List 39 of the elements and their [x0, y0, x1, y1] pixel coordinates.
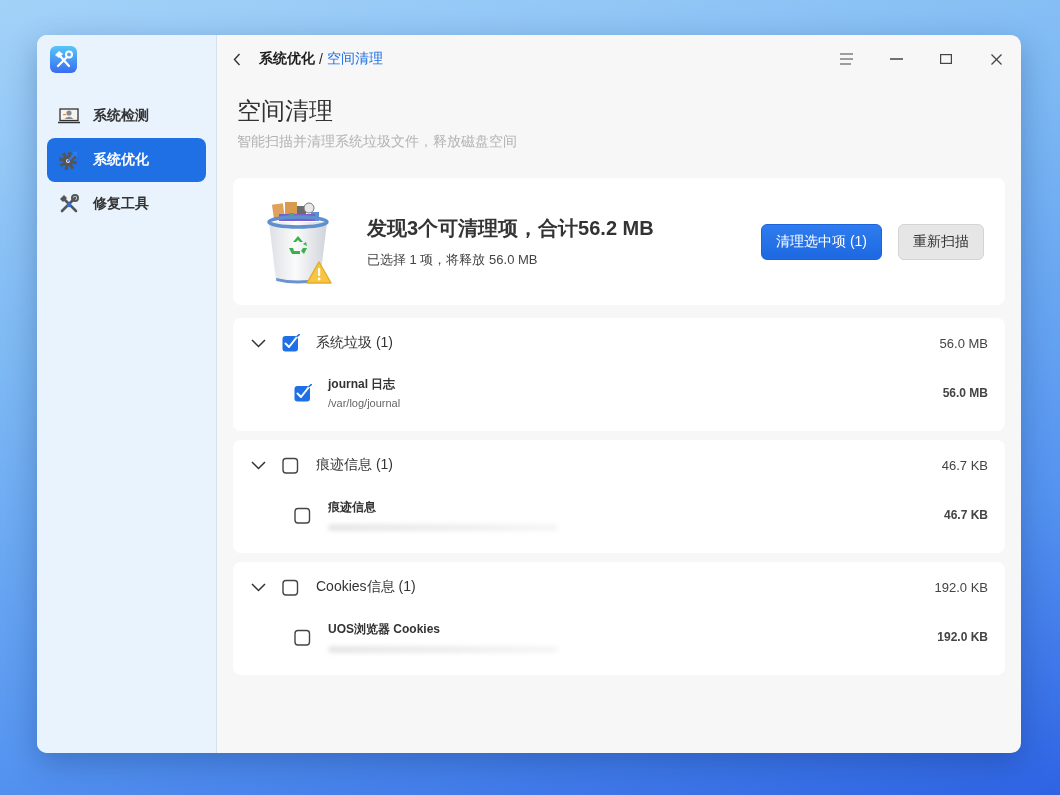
checkbox[interactable] [282, 456, 300, 474]
sidebar-item[interactable]: 系统优化 [47, 138, 206, 182]
checkbox[interactable] [294, 384, 312, 402]
sidebar-item[interactable]: 系统检测 [47, 94, 206, 138]
category-label: Cookies信息 (1) [316, 578, 416, 596]
checkbox[interactable] [282, 334, 300, 352]
summary-detail: 已选择 1 项，将释放 56.0 MB [367, 250, 539, 269]
checkbox[interactable] [282, 578, 300, 596]
item-size: 192.0 KB [937, 630, 988, 644]
checkbox[interactable] [294, 506, 312, 524]
item-path: /var/log/journal [328, 396, 401, 410]
rescan-button[interactable]: 重新扫描 [898, 223, 984, 260]
page-title: 空间清理 [237, 96, 334, 126]
tools-icon [58, 194, 80, 214]
category-size: 192.0 KB [934, 579, 988, 595]
item-name: journal 日志 [328, 376, 397, 392]
category-size: 56.0 MB [939, 335, 988, 351]
gear-icon [58, 149, 80, 171]
breadcrumb-link[interactable]: 系统优化 [259, 50, 315, 68]
clean-selected-button[interactable]: 清理选中项 (1) [761, 223, 882, 260]
item-name: 痕迹信息 [328, 499, 377, 515]
category-label: 系统垃圾 (1) [316, 334, 393, 352]
app-logo-icon [50, 46, 77, 73]
close-icon [990, 53, 1002, 65]
category-label: 痕迹信息 (1) [316, 456, 393, 474]
laptop-icon [58, 108, 80, 124]
summary-headline: 发现3个可清理项，合计56.2 MB [367, 215, 654, 241]
breadcrumb-current: 空间清理 [326, 50, 383, 68]
item-size: 56.0 MB [942, 386, 988, 400]
item-size: 46.7 KB [943, 508, 988, 522]
category-size: 46.7 KB [941, 457, 988, 473]
menu-icon [839, 53, 853, 65]
item-name: UOS浏览器 Cookies [328, 621, 442, 637]
breadcrumb-separator: / [319, 51, 323, 67]
sidebar-item[interactable]: 修复工具 [47, 182, 206, 226]
minimize-icon [889, 58, 903, 60]
maximize-icon [940, 54, 952, 64]
checkbox[interactable] [294, 628, 312, 646]
page-subtitle: 智能扫描并清理系统垃圾文件，释放磁盘空间 [237, 132, 518, 151]
